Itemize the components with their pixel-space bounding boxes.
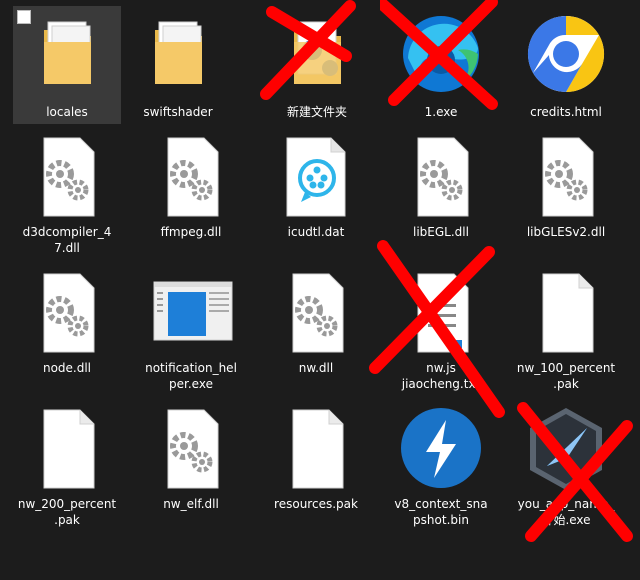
dll-gear-icon [167,409,219,489]
file-label: ffmpeg.dll [160,225,222,239]
file-label: icudtl.dat [287,225,345,239]
edge-browser-icon [403,16,479,92]
lightning-icon [401,408,481,488]
media-player-icon [286,137,346,217]
folder-icon [44,21,91,84]
file-grid: locales swiftshader 新建文件夹 1.exe credits.… [0,0,640,580]
file-item-you-app-name[interactable]: you_app_name_ 开始.exe [512,400,620,528]
file-label: nw_200_percent .pak [17,497,117,527]
file-label: libEGL.dll [413,225,469,239]
file-label: 新建文件夹 [286,105,347,119]
file-label: nw_elf.dll [163,497,219,511]
dll-gear-icon [43,273,95,353]
file-item-swiftshader[interactable]: swiftshader [124,6,232,124]
file-label: notification_hel per.exe [145,361,237,391]
file-item-libglesv2[interactable]: libGLESv2.dll [512,128,620,256]
dll-gear-icon [542,137,594,217]
file-item-nw-100-percent[interactable]: nw_100_percent .pak [512,264,620,392]
file-item-locales[interactable]: locales [13,6,121,124]
folder-icon [155,21,202,84]
blank-file-icon [292,409,344,489]
file-item-resources-pak[interactable]: resources.pak [262,400,370,528]
compass-app-icon [530,408,602,490]
blank-file-icon [43,409,95,489]
file-label: v8_context_sna pshot.bin [394,497,488,527]
file-item-nwjs-txt[interactable]: nw.js jiaocheng.txt [387,264,495,392]
app-window-icon [153,281,233,341]
file-item-d3dcompiler[interactable]: d3dcompiler_4 7.dll [13,128,121,256]
file-item-libegl[interactable]: libEGL.dll [387,128,495,256]
file-label: 1.exe [424,105,458,119]
file-label: locales [46,105,88,119]
file-item-node-dll[interactable]: node.dll [13,264,121,392]
file-item-ffmpeg[interactable]: ffmpeg.dll [137,128,245,256]
dll-gear-icon [292,273,344,353]
chrome-browser-icon [527,15,605,93]
file-item-new-folder[interactable]: 新建文件夹 [263,6,371,124]
file-label: node.dll [42,361,92,375]
file-item-icudtl[interactable]: icudtl.dat [262,128,370,256]
file-item-nw-elf[interactable]: nw_elf.dll [137,400,245,528]
text-file-icon [417,273,469,353]
blank-file-icon [542,273,594,353]
dll-gear-icon [417,137,469,217]
dll-gear-icon [167,137,219,217]
file-label: nw_100_percent .pak [516,361,616,391]
dll-gear-icon [43,137,95,217]
file-item-v8-snapshot[interactable]: v8_context_sna pshot.bin [387,400,495,528]
file-item-nw-dll[interactable]: nw.dll [262,264,370,392]
file-item-credits-html[interactable]: credits.html [512,6,620,124]
file-label: nw.dll [298,361,334,375]
file-label: you_app_name_ 开始.exe [517,497,615,527]
file-item-nw-200-percent[interactable]: nw_200_percent .pak [13,400,121,528]
file-label: credits.html [530,105,602,119]
file-label: swiftshader [143,105,213,119]
file-label: d3dcompiler_4 7.dll [22,225,112,255]
file-item-1-exe[interactable]: 1.exe [387,6,495,124]
file-label: libGLESv2.dll [526,225,606,239]
file-label: resources.pak [274,497,358,511]
folder-icon [294,21,341,84]
file-item-notification-helper[interactable]: notification_hel per.exe [137,264,245,392]
file-label: nw.js jiaocheng.txt [401,361,481,391]
